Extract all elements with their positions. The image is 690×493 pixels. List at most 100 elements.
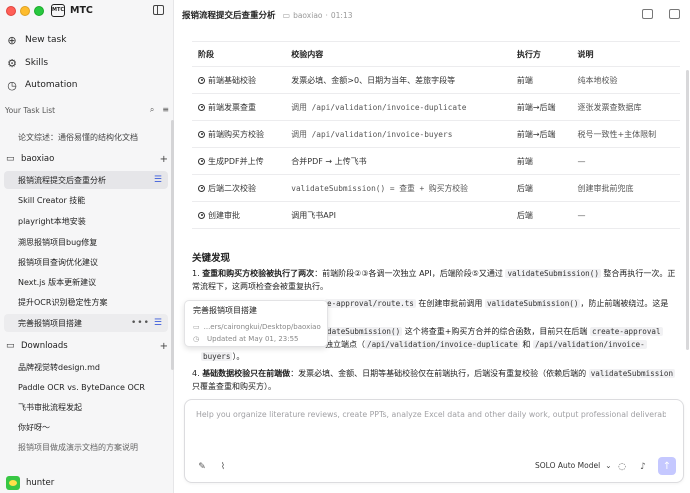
list-item-label: 报销项目查询优化建议	[18, 257, 98, 267]
finding-text: ，防止前端被绕过。这是	[580, 299, 669, 308]
list-item[interactable]: 提升OCR识别稳定性方案	[0, 293, 170, 311]
nav-skills-label: Skills	[25, 58, 49, 68]
add-task-icon[interactable]: +	[160, 154, 168, 165]
cell-note: —	[571, 147, 680, 175]
add-task-icon[interactable]: +	[160, 341, 168, 352]
col-content: 校验内容	[285, 41, 511, 67]
minimize-window-button[interactable]	[20, 6, 30, 16]
findings-title: 关键发现	[192, 253, 231, 264]
header-time: 01:13	[330, 10, 353, 20]
cell-stage: 创建审批	[192, 201, 286, 229]
list-item[interactable]: Next.js 版本更新建议	[0, 273, 170, 291]
message-input[interactable]	[196, 410, 666, 419]
hover-card-path-row: ▭ ...ers/cairongkui/Desktop/baoxiao	[193, 321, 321, 333]
finding-text: ）。	[232, 352, 245, 361]
stage-label: 生成PDF并上传	[208, 156, 264, 166]
list-item-label: 品牌视觉转design.md	[18, 362, 100, 372]
list-item-label: Paddle OCR vs. ByteDance OCR	[18, 382, 145, 392]
finding-text: 只覆盖查重和购买方）。	[192, 381, 276, 391]
table-row: 后端二次校验 validateSubmission() = 查重 + 购买方校验…	[192, 174, 680, 202]
nav-new-task[interactable]: ⊕ New task	[0, 31, 174, 49]
group-downloads-label: Downloads	[21, 341, 68, 351]
col-note: 说明	[571, 41, 680, 67]
inline-code: validateSubmission()	[505, 269, 601, 278]
list-item-label: 论文综述：通俗易懂的结构化文档	[18, 132, 138, 142]
header-separator: ·	[325, 10, 328, 20]
search-icon[interactable]: ⌕	[150, 105, 154, 115]
list-item[interactable]: 报销项目查询优化建议	[0, 253, 170, 271]
panel-toggle-icon[interactable]	[669, 9, 680, 19]
send-button[interactable]: ↑	[658, 457, 676, 475]
model-select[interactable]: SOLO Auto Model ⌄	[535, 461, 611, 470]
table-row: 生成PDF并上传 合并PDF → 上传飞书 前端 —	[192, 147, 680, 175]
list-item[interactable]: Paddle OCR vs. ByteDance OCR	[0, 378, 170, 396]
cell-stage: 前端基础校验	[192, 66, 286, 94]
page-title: 报销流程提交后查重分析	[182, 11, 276, 21]
nav-automation[interactable]: ◷ Automation	[0, 76, 174, 94]
sidebar-scrollbar[interactable]	[171, 120, 174, 370]
cell-executor: 后端	[510, 174, 572, 202]
terminal-icon[interactable]	[642, 9, 653, 19]
edit-icon[interactable]: ✎	[196, 461, 208, 473]
cell-note: 创建审批前兜底	[571, 174, 680, 202]
table-header-row: 阶段 校验内容 执行方 说明	[192, 41, 680, 67]
list-item[interactable]: 论文综述：通俗易懂的结构化文档	[0, 128, 170, 146]
user-profile[interactable]: hunter	[6, 475, 54, 491]
maximize-window-button[interactable]	[34, 6, 44, 16]
list-item-active[interactable]: 报销流程提交后查重分析 ☰	[4, 171, 168, 189]
list-item[interactable]: 报销项目做成演示文档的方案说明	[0, 438, 170, 456]
finding-number: 4.	[192, 369, 200, 378]
inline-code: dateSubmission()	[325, 327, 403, 336]
finding-number: 1.	[192, 269, 200, 278]
list-item[interactable]: playright本地安装	[0, 212, 170, 230]
table-row: 前端基础校验 发票必填、金额>0、日期为当年、差旅字段等 前端 纯本地校验	[192, 66, 680, 94]
clock-icon: ◷	[193, 335, 200, 343]
step-icon	[198, 103, 205, 111]
inline-code: e-approval/route.ts	[325, 299, 416, 308]
list-item-label: 飞书审批流程发起	[18, 402, 82, 412]
cell-stage: 生成PDF并上传	[192, 147, 286, 175]
task-list-icon: ☰	[153, 318, 162, 328]
list-item[interactable]: 飞书审批流程发起	[0, 398, 170, 416]
more-options-icon[interactable]: •••	[131, 318, 150, 328]
list-item[interactable]: 品牌视觉转design.md	[0, 358, 170, 376]
new-task-icon: ⊕	[7, 33, 17, 47]
list-item-label: Next.js 版本更新建议	[18, 277, 97, 287]
attach-icon[interactable]: ⌇	[217, 461, 229, 473]
hover-card-title: 完善报销项目搭建	[193, 306, 257, 315]
sidebar-toggle-icon[interactable]	[153, 5, 164, 15]
list-item-label: 你好呀～	[18, 422, 50, 432]
cell-stage: 前端购买方校验	[192, 120, 286, 148]
finding-1: 1. 查重和购买方校验被执行了两次：前端阶段②③各调一次独立 API，后端阶段⑤…	[192, 268, 680, 293]
content-scrollbar[interactable]	[686, 70, 689, 350]
header-folder[interactable]: baoxiao	[293, 11, 322, 20]
microphone-icon[interactable]: ♪	[637, 461, 649, 473]
table-row: 前端发票查重 调用 /api/validation/invoice-duplic…	[192, 93, 680, 121]
stage-label: 后端二次校验	[208, 183, 256, 193]
cell-executor: 前端→后端	[510, 120, 572, 148]
list-item[interactable]: 你好呀～	[0, 418, 170, 436]
finding-text: ：前端阶段②③各调一次独立 API，后端阶段⑤又通过	[314, 269, 506, 278]
cell-executor: 前端	[510, 66, 572, 94]
group-downloads[interactable]: ▭ Downloads +	[6, 338, 168, 354]
chat-icon[interactable]: ◌	[616, 461, 628, 473]
validation-table: 阶段 校验内容 执行方 说明 前端基础校验 发票必填、金额>0、日期为当年、差旅…	[192, 41, 680, 229]
cell-stage: 前端发票查重	[192, 93, 286, 121]
list-item-hovered[interactable]: 完善报销项目搭建 ••• ☰	[4, 314, 168, 332]
finding-4: 4. 基础数据校验只在前端做：发票必填、金额、日期等基础校验仅在前端执行，后端没…	[192, 368, 680, 393]
nav-skills[interactable]: ⚙ Skills	[0, 54, 174, 72]
cell-note: 税号一致性+主体限制	[571, 120, 680, 148]
finding-1-line-3: dateSubmission() 这个将查重+购买方合并的综合函数，目前只在后端…	[325, 326, 680, 339]
inline-code: validateSubmission	[588, 369, 676, 378]
message-composer: ✎ ⌇ SOLO Auto Model ⌄ ◌ ♪ ↑	[184, 399, 684, 483]
list-item[interactable]: Skill Creator 技能	[0, 191, 170, 209]
user-name: hunter	[26, 478, 55, 488]
filter-icon[interactable]: ≡	[162, 105, 169, 115]
close-window-button[interactable]	[6, 6, 16, 16]
list-item[interactable]: 溯思报销项目bug修复	[0, 233, 170, 251]
group-baoxiao[interactable]: ▭ baoxiao +	[6, 151, 168, 167]
folder-icon: ▭	[6, 154, 15, 164]
task-list-header: Your Task List ⌕ ≡	[5, 104, 169, 116]
hover-card-updated-row: ◷ Updated at May 01, 23:55	[193, 333, 319, 345]
hover-card-updated: Updated at May 01, 23:55	[207, 335, 299, 343]
